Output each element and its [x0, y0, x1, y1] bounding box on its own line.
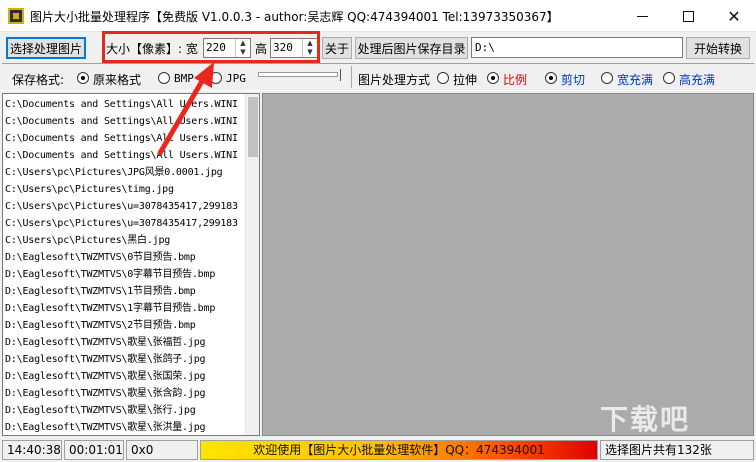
minimize-button[interactable]: [619, 0, 665, 32]
mode-ratio-radio[interactable]: [487, 72, 499, 84]
file-list-item[interactable]: C:\Users\pc\Pictures\JPG风景0.0001.jpg: [5, 164, 245, 181]
mode-fill-width-label[interactable]: 宽充满: [617, 71, 653, 88]
status-hex: 0x0: [126, 440, 198, 460]
scrollbar-thumb[interactable]: [248, 97, 258, 157]
watermark-logo: 下载吧: [600, 403, 691, 436]
save-directory-input[interactable]: D:\: [471, 37, 683, 58]
file-list-item[interactable]: C:\Users\pc\Pictures\黑白.jpg: [5, 232, 245, 249]
file-list-item[interactable]: C:\Users\pc\Pictures\timg.jpg: [5, 181, 245, 198]
file-list-item[interactable]: D:\Eaglesoft\TWZMTVS\0字幕节目预告.bmp: [5, 266, 245, 283]
file-list-item[interactable]: D:\Eaglesoft\TWZMTVS\歌星\张福哲.jpg: [5, 334, 245, 351]
app-icon: [8, 8, 24, 24]
file-list[interactable]: C:\Documents and Settings\All Users.WINI…: [2, 93, 260, 436]
status-elapsed: 00:01:01: [64, 440, 124, 460]
file-list-item[interactable]: D:\Eaglesoft\TWZMTVS\2节目预告.bmp: [5, 317, 245, 334]
maximize-icon: [682, 10, 694, 22]
format-jpg-label[interactable]: JPG: [226, 72, 246, 85]
mode-stretch-label[interactable]: 拉伸: [453, 71, 477, 88]
status-clock: 14:40:38: [2, 440, 62, 460]
file-list-item[interactable]: D:\Eaglesoft\TWZMTVS\歌星\张国荣.jpg: [5, 368, 245, 385]
jpg-quality-slider[interactable]: [258, 69, 342, 84]
file-list-item[interactable]: D:\Eaglesoft\TWZMTVS\歌星\张行.jpg: [5, 402, 245, 419]
slider-thumb[interactable]: [338, 69, 341, 81]
title-bar: 图片大小批量处理程序【免费版 V1.0.0.3 - author:吴志辉 QQ:…: [0, 0, 756, 32]
select-images-button[interactable]: 选择处理图片: [6, 37, 86, 59]
maximize-button[interactable]: [665, 0, 711, 32]
image-preview-area: [262, 93, 754, 436]
close-button[interactable]: ✕: [711, 0, 756, 32]
minimize-icon: [636, 15, 648, 17]
file-list-item[interactable]: D:\Eaglesoft\TWZMTVS\歌星\张含韵.jpg: [5, 385, 245, 402]
format-label: 保存格式:: [12, 73, 65, 87]
file-list-item[interactable]: D:\Eaglesoft\TWZMTVS\1字幕节目预告.bmp: [5, 300, 245, 317]
format-original-label[interactable]: 原来格式: [93, 71, 141, 88]
window-title: 图片大小批量处理程序【免费版 V1.0.0.3 - author:吴志辉 QQ:…: [30, 10, 559, 24]
save-directory-button[interactable]: 处理后图片保存目录: [355, 37, 468, 59]
annotation-arrow-icon: [157, 62, 214, 156]
format-original-radio[interactable]: [77, 72, 89, 84]
file-list-item[interactable]: D:\Eaglesoft\TWZMTVS\歌星\张鸽子.jpg: [5, 351, 245, 368]
file-list-scrollbar[interactable]: [245, 94, 259, 435]
options-divider: [351, 66, 352, 88]
process-mode-label: 图片处理方式: [358, 73, 431, 87]
file-list-item[interactable]: C:\Users\pc\Pictures\u=3078435417,299183: [5, 215, 245, 232]
status-image-count: 选择图片共有132张: [600, 440, 754, 460]
status-welcome-banner: 欢迎使用【图片大小批量处理软件】QQ：474394001: [200, 440, 598, 460]
file-list-item[interactable]: D:\Eaglesoft\TWZMTVS\0节目预告.bmp: [5, 249, 245, 266]
about-button[interactable]: 关于: [322, 37, 352, 59]
close-icon: ✕: [727, 6, 741, 26]
file-list-item[interactable]: D:\Eaglesoft\TWZMTVS\歌星\张洪量.jpg: [5, 419, 245, 435]
file-list-item[interactable]: D:\Eaglesoft\TWZMTVS\1节目预告.bmp: [5, 283, 245, 300]
slider-track[interactable]: [258, 72, 338, 77]
mode-stretch-radio[interactable]: [437, 72, 449, 84]
mode-crop-radio[interactable]: [545, 72, 557, 84]
start-convert-button[interactable]: 开始转换: [686, 37, 750, 59]
file-list-item[interactable]: C:\Users\pc\Pictures\u=3078435417,299183: [5, 198, 245, 215]
mode-fill-height-radio[interactable]: [663, 72, 675, 84]
mode-ratio-label[interactable]: 比例: [503, 71, 527, 88]
mode-crop-label[interactable]: 剪切: [561, 71, 585, 88]
status-bar: 14:40:38 00:01:01 0x0 欢迎使用【图片大小批量处理软件】QQ…: [0, 438, 756, 462]
mode-fill-width-radio[interactable]: [601, 72, 613, 84]
mode-fill-height-label[interactable]: 高充满: [679, 71, 715, 88]
